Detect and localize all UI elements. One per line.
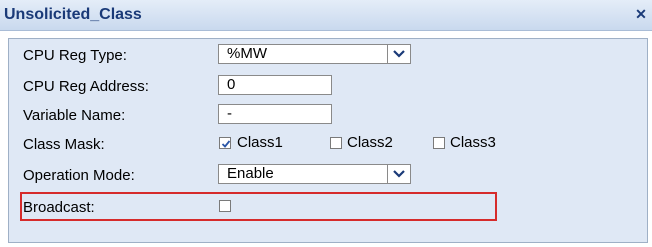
close-icon[interactable]: ✕	[634, 7, 648, 21]
variable-name-value: -	[227, 105, 232, 122]
operation-mode-row: Operation Mode: Enable	[9, 164, 647, 188]
broadcast-label: Broadcast:	[23, 199, 95, 216]
class-mask-label: Class Mask:	[23, 136, 105, 153]
cpu-reg-type-label: CPU Reg Type:	[23, 47, 127, 64]
class-mask-row: Class Mask: Class1 Class2 Class3	[9, 133, 647, 157]
class3-label: Class3	[450, 134, 496, 151]
variable-name-row: Variable Name: -	[9, 104, 647, 128]
operation-mode-value: Enable	[227, 165, 274, 182]
class1-label: Class1	[237, 134, 283, 151]
chevron-down-icon[interactable]	[387, 165, 410, 183]
class1-checkbox[interactable]	[219, 137, 231, 149]
cpu-reg-address-label: CPU Reg Address:	[23, 78, 149, 95]
cpu-reg-address-value: 0	[227, 76, 236, 93]
unsolicited-class-dialog: Unsolicited_Class ✕ CPU Reg Type: %MW CP…	[0, 0, 652, 247]
cpu-reg-address-row: CPU Reg Address: 0	[9, 75, 647, 99]
cpu-reg-type-select[interactable]: %MW	[218, 44, 411, 64]
title-bar: Unsolicited_Class ✕	[0, 0, 652, 31]
cpu-reg-type-value: %MW	[227, 45, 267, 62]
variable-name-input[interactable]: -	[218, 104, 332, 124]
operation-mode-label: Operation Mode:	[23, 167, 135, 184]
operation-mode-select[interactable]: Enable	[218, 164, 411, 184]
class2-label: Class2	[347, 134, 393, 151]
dialog-title: Unsolicited_Class	[4, 6, 142, 23]
variable-name-label: Variable Name:	[23, 107, 126, 124]
class2-checkbox[interactable]	[330, 137, 342, 149]
class3-checkbox[interactable]	[433, 137, 445, 149]
settings-panel: CPU Reg Type: %MW CPU Reg Address: 0 Var…	[8, 38, 648, 243]
cpu-reg-address-input[interactable]: 0	[218, 75, 332, 95]
cpu-reg-type-row: CPU Reg Type: %MW	[9, 44, 647, 68]
broadcast-row: Broadcast:	[9, 196, 647, 220]
broadcast-checkbox[interactable]	[219, 200, 231, 212]
chevron-down-icon[interactable]	[387, 45, 410, 63]
